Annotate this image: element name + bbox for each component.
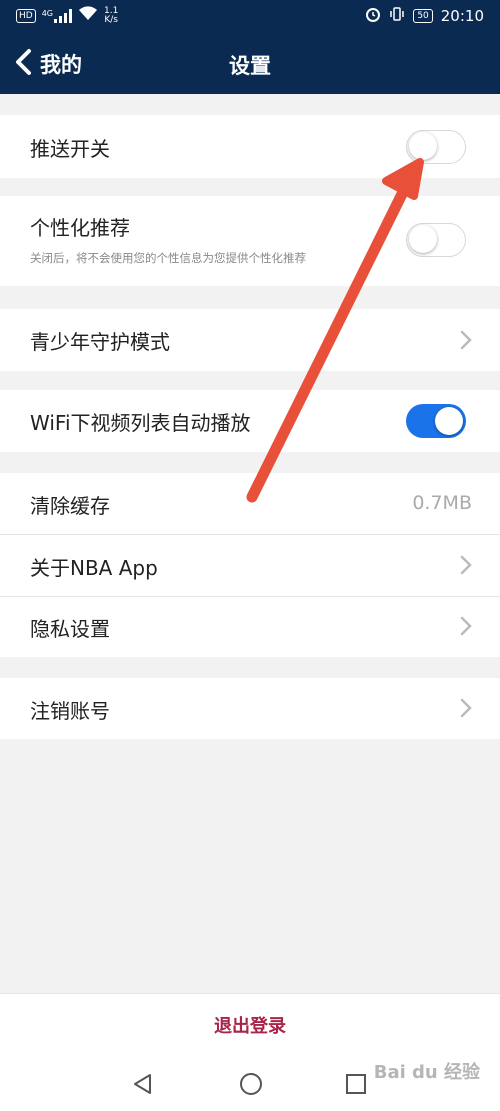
recents-square-icon[interactable]	[344, 1072, 368, 1096]
network-type: 4G	[41, 8, 53, 18]
setting-label: 注销账号	[30, 699, 110, 723]
status-bar: HD 4G 1.1 K/s 50 20:10	[0, 0, 500, 34]
wifi-icon	[78, 6, 98, 25]
setting-label: 隐私设置	[30, 617, 110, 641]
clock: 20:10	[440, 7, 484, 25]
push-toggle[interactable]	[406, 130, 466, 164]
setting-row-cancel-account[interactable]: 注销账号	[0, 678, 500, 739]
vibrate-icon	[389, 6, 405, 26]
app-header: HD 4G 1.1 K/s 50 20:10 我的 设置	[0, 0, 500, 94]
watermark: Bai du 经验	[373, 1062, 480, 1083]
nav-bar: 我的 设置	[0, 34, 500, 94]
home-circle-icon[interactable]	[238, 1071, 264, 1097]
toggle-knob	[409, 132, 437, 160]
hd-badge: HD	[16, 8, 36, 23]
setting-row-privacy[interactable]: 隐私设置	[0, 597, 500, 657]
setting-row-personalized: 个性化推荐 关闭后，将不会使用您的个性信息为您提供个性化推荐	[0, 196, 500, 286]
setting-row-push: 推送开关	[0, 115, 500, 178]
setting-row-youth-mode[interactable]: 青少年守护模式	[0, 309, 500, 371]
alarm-icon	[365, 6, 381, 26]
setting-label: 清除缓存	[30, 494, 110, 518]
back-triangle-icon[interactable]	[131, 1072, 155, 1096]
setting-row-wifi-autoplay: WiFi下视频列表自动播放	[0, 390, 500, 452]
toggle-knob	[435, 407, 463, 435]
logout-bar: 退出登录	[0, 993, 500, 1058]
setting-description: 关闭后，将不会使用您的个性信息为您提供个性化推荐	[30, 251, 306, 265]
battery-icon: 50	[413, 9, 433, 23]
signal-icon: 4G	[41, 8, 72, 23]
chevron-right-icon	[460, 698, 472, 718]
logout-button[interactable]: 退出登录	[0, 1012, 500, 1038]
setting-label: 青少年守护模式	[30, 330, 170, 354]
personalized-toggle[interactable]	[406, 223, 466, 257]
page-title: 设置	[229, 54, 271, 78]
setting-row-clear-cache[interactable]: 清除缓存 0.7MB	[0, 473, 500, 534]
chevron-right-icon	[460, 330, 472, 350]
settings-group: 清除缓存 0.7MB 关于NBA App 隐私设置	[0, 473, 500, 657]
cache-size: 0.7MB	[412, 492, 472, 514]
chevron-right-icon	[460, 555, 472, 575]
wifi-autoplay-toggle[interactable]	[406, 404, 466, 438]
network-speed: 1.1 K/s	[104, 6, 118, 25]
toggle-knob	[409, 225, 437, 253]
network-speed-unit: K/s	[104, 14, 118, 25]
chevron-right-icon	[460, 616, 472, 636]
setting-label: WiFi下视频列表自动播放	[30, 411, 251, 435]
setting-label: 个性化推荐	[30, 216, 130, 240]
setting-label: 推送开关	[30, 137, 110, 161]
setting-label: 关于NBA App	[30, 556, 158, 580]
setting-row-about[interactable]: 关于NBA App	[0, 535, 500, 596]
